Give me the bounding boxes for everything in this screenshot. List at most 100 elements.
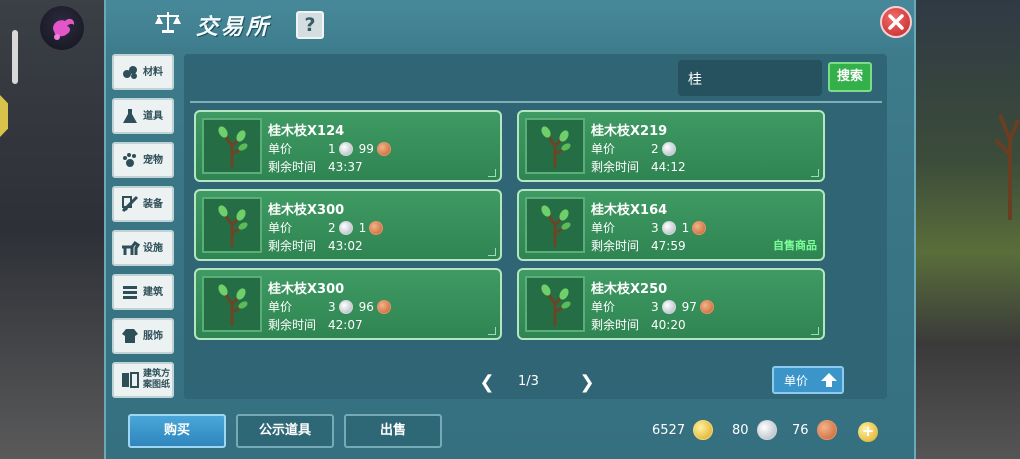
help-button[interactable]: ? [296, 11, 324, 39]
branch-icon [202, 118, 262, 174]
wing-avatar-icon[interactable] [40, 6, 84, 50]
gold-balance: 6527 [652, 420, 719, 440]
copper-amount: 76 [792, 422, 809, 438]
scroll-handle[interactable] [12, 30, 18, 84]
category-paw[interactable]: 宠物 [112, 142, 174, 178]
item-time: 剩余时间 40:20 [591, 316, 686, 333]
category-label: 服饰 [143, 330, 163, 342]
category-label: 宠物 [143, 154, 163, 166]
category-clothes[interactable]: 服饰 [112, 318, 174, 354]
material-icon [120, 62, 140, 82]
copper-price: 1 [358, 220, 367, 235]
time-remaining: 40:20 [651, 317, 686, 332]
corner-mark [811, 327, 819, 335]
item-time: 剩余时间 43:02 [268, 237, 363, 254]
price-label: 单价 [268, 221, 293, 235]
time-remaining: 44:12 [651, 159, 686, 174]
tab-buy[interactable]: 购买 [128, 414, 226, 448]
corner-mark [488, 248, 496, 256]
silver-price: 3 [328, 299, 336, 314]
listing-card[interactable]: 桂木枝X219 单价 2 剩余时间 44:12 [517, 110, 825, 182]
silver-coin-icon [661, 299, 676, 314]
item-price: 单价 2 [591, 140, 682, 157]
building-icon [120, 282, 140, 302]
exchange-window: 交易所 ? 材料道具宠物装备设施建筑服饰建筑方案图纸 桂 搜索 桂木枝X124 单… [104, 0, 916, 459]
time-label: 剩余时间 [591, 239, 640, 253]
horse-icon [120, 238, 140, 258]
time-label: 剩余时间 [268, 318, 317, 332]
copper-balance: 76 [792, 420, 843, 440]
price-label: 单价 [591, 221, 616, 235]
category-building[interactable]: 建筑 [112, 274, 174, 310]
category-flask[interactable]: 道具 [112, 98, 174, 134]
tab-public-items[interactable]: 公示道具 [236, 414, 334, 448]
listing-card[interactable]: 桂木枝X164 单价 3 1 剩余时间 47:59 自售商品 [517, 189, 825, 261]
copper-coin-icon [376, 141, 391, 156]
corner-mark [488, 327, 496, 335]
category-label: 建筑方案图纸 [143, 369, 171, 390]
listing-card[interactable]: 桂木枝X250 单价 3 97 剩余时间 40:20 [517, 268, 825, 340]
sort-by-price-button[interactable]: 单价 [772, 366, 844, 394]
search-input[interactable]: 桂 [678, 60, 822, 96]
copper-price: 1 [681, 220, 690, 235]
silver-coin-icon [338, 299, 353, 314]
prev-page-icon[interactable]: ❮ [478, 372, 496, 393]
add-currency-button[interactable]: + [858, 422, 878, 442]
listing-card[interactable]: 桂木枝X124 单价 1 99 剩余时间 43:37 [194, 110, 502, 182]
item-time: 剩余时间 47:59 [591, 237, 686, 254]
category-material[interactable]: 材料 [112, 54, 174, 90]
gold-coin-icon [693, 420, 714, 440]
category-label: 材料 [143, 66, 163, 78]
time-remaining: 47:59 [651, 238, 686, 253]
item-name: 桂木枝X219 [591, 124, 668, 139]
price-label: 单价 [268, 142, 293, 156]
background-right [910, 0, 1020, 459]
time-label: 剩余时间 [591, 318, 640, 332]
divider [190, 101, 882, 103]
copper-coin-icon [369, 220, 384, 235]
copper-coin-icon [816, 420, 837, 440]
silver-coin-icon [338, 220, 353, 235]
item-time: 剩余时间 43:37 [268, 158, 363, 175]
corner-mark [488, 169, 496, 177]
tree-icon [994, 114, 1020, 220]
paw-icon [120, 150, 140, 170]
category-horse[interactable]: 设施 [112, 230, 174, 266]
silver-coin-icon [338, 141, 353, 156]
price-label: 单价 [268, 300, 293, 314]
copper-coin-icon [376, 299, 391, 314]
next-page-icon[interactable]: ❯ [578, 372, 596, 393]
title-bar: 交易所 ? [106, 0, 914, 48]
item-name: 桂木枝X164 [591, 203, 668, 218]
branch-icon [525, 197, 585, 253]
search-button[interactable]: 搜索 [828, 62, 872, 92]
category-blueprint[interactable]: 建筑方案图纸 [112, 362, 174, 398]
sword-icon [120, 194, 140, 214]
branch-icon [525, 118, 585, 174]
item-price: 单价 1 99 [268, 140, 397, 157]
close-button[interactable] [880, 6, 912, 38]
tab-sell[interactable]: 出售 [344, 414, 442, 448]
arrow-up-icon [821, 373, 838, 387]
time-remaining: 42:07 [328, 317, 363, 332]
time-remaining: 43:37 [328, 159, 363, 174]
silver-price: 3 [651, 220, 659, 235]
copper-coin-icon [692, 220, 707, 235]
category-label: 道具 [143, 110, 163, 122]
gold-amount: 6527 [652, 422, 686, 438]
time-label: 剩余时间 [591, 160, 640, 174]
listing-card[interactable]: 桂木枝X300 单价 3 96 剩余时间 42:07 [194, 268, 502, 340]
corner-mark [811, 169, 819, 177]
silver-balance: 80 [732, 420, 783, 440]
close-icon [888, 14, 904, 30]
item-name: 桂木枝X250 [591, 282, 668, 297]
silver-price: 2 [651, 141, 659, 156]
item-time: 剩余时间 44:12 [591, 158, 686, 175]
category-sword[interactable]: 装备 [112, 186, 174, 222]
silver-coin-icon [756, 420, 777, 440]
silver-coin-icon [661, 220, 676, 235]
listing-card[interactable]: 桂木枝X300 单价 2 1 剩余时间 43:02 [194, 189, 502, 261]
item-name: 桂木枝X300 [268, 282, 345, 297]
clothes-icon [120, 326, 140, 346]
branch-icon [525, 276, 585, 332]
